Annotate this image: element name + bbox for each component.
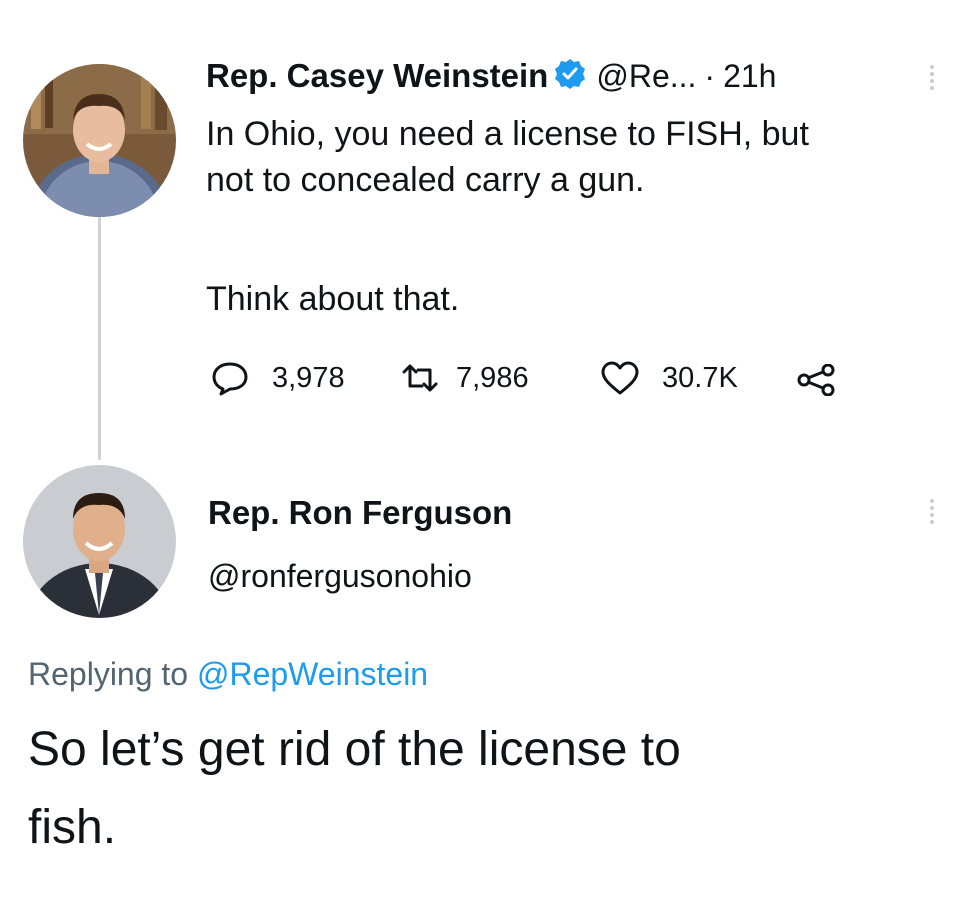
more-options-icon[interactable] bbox=[928, 496, 936, 527]
tweet-body: In Ohio, you need a license to FISH, but… bbox=[206, 111, 946, 203]
author-name[interactable]: Rep. Casey Weinstein bbox=[206, 57, 548, 95]
replying-to: Replying to @RepWeinstein bbox=[28, 656, 428, 693]
like-icon bbox=[600, 360, 640, 396]
verified-badge-icon bbox=[554, 58, 586, 95]
reply-icon bbox=[210, 360, 250, 396]
share-icon[interactable] bbox=[796, 363, 838, 401]
avatar-ron-ferguson[interactable] bbox=[23, 465, 176, 618]
like-action[interactable]: 30.7K bbox=[600, 360, 738, 396]
avatar-casey-weinstein[interactable] bbox=[23, 64, 176, 217]
time-separator: · bbox=[704, 57, 716, 94]
replying-to-link[interactable]: @RepWeinstein bbox=[197, 656, 428, 692]
reply-author-handle[interactable]: @ronfergusonohio bbox=[208, 558, 472, 595]
author-handle[interactable]: @Re... bbox=[596, 58, 696, 95]
reply-body: So let’s get rid of the license to fish. bbox=[28, 718, 948, 860]
reply-author-name[interactable]: Rep. Ron Ferguson bbox=[208, 494, 512, 532]
replying-to-prefix: Replying to bbox=[28, 656, 189, 692]
tweet-text-line: Think about that. bbox=[206, 280, 460, 318]
like-count: 30.7K bbox=[662, 361, 738, 394]
thread-line bbox=[98, 207, 101, 460]
tweet-header: Rep. Casey Weinstein @Re... · 21h bbox=[206, 56, 776, 96]
reply-action[interactable]: 3,978 bbox=[210, 360, 345, 396]
retweet-action[interactable]: 7,986 bbox=[398, 360, 529, 396]
tweet-text-line: not to concealed carry a gun. bbox=[206, 161, 645, 199]
retweet-count: 7,986 bbox=[456, 361, 529, 394]
reply-text-line: fish. bbox=[28, 801, 117, 854]
retweet-icon bbox=[398, 360, 442, 396]
tweet-text-line: In Ohio, you need a license to FISH, but bbox=[206, 115, 809, 153]
reply-text-line: So let’s get rid of the license to bbox=[28, 723, 681, 776]
reply-count: 3,978 bbox=[272, 361, 345, 394]
tweet-time[interactable]: 21h bbox=[723, 58, 776, 95]
more-options-icon[interactable] bbox=[928, 62, 936, 93]
